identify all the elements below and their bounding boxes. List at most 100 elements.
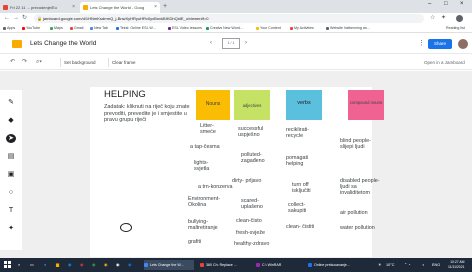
weather-icon[interactable]: ☀ bbox=[378, 260, 381, 270]
maximize-icon[interactable]: □ bbox=[444, 1, 448, 7]
word-card[interactable]: collect- sakupiti bbox=[288, 202, 318, 214]
app-icon[interactable]: ◉ bbox=[80, 260, 83, 270]
tab-close-icon[interactable]: × bbox=[72, 2, 75, 13]
back-icon[interactable]: ← bbox=[4, 14, 10, 23]
task-view-icon[interactable]: ▭ bbox=[30, 260, 34, 270]
sticky-note-compound-nouns[interactable]: compound nouns bbox=[348, 90, 384, 120]
document-title[interactable]: Lets Change the World bbox=[30, 39, 96, 48]
select-icon[interactable]: ➤ bbox=[6, 134, 16, 143]
laser-icon[interactable]: ✦ bbox=[6, 224, 16, 233]
bookmark-star-icon[interactable]: ☆ bbox=[430, 14, 435, 23]
image-icon[interactable]: ▣ bbox=[6, 170, 16, 179]
new-tab-button[interactable]: + bbox=[163, 2, 167, 12]
app-icon[interactable]: ◉ bbox=[116, 260, 119, 270]
language-indicator[interactable]: ENG bbox=[432, 260, 440, 270]
text-box-icon[interactable]: T bbox=[6, 206, 16, 215]
word-card[interactable]: air pollution bbox=[340, 210, 368, 216]
word-card[interactable]: lights- svjetla bbox=[194, 160, 222, 172]
bookmark-item[interactable]: Gmail bbox=[70, 24, 83, 32]
word-card[interactable]: a tap-česma bbox=[190, 144, 220, 150]
zoom-icon[interactable]: ⌕▾ bbox=[36, 58, 42, 67]
bookmark-item[interactable]: Reading list bbox=[446, 24, 465, 32]
more-options-icon[interactable]: ⋮ bbox=[418, 39, 425, 47]
word-card[interactable]: clean-čisto bbox=[236, 218, 262, 224]
system-clock[interactable]: 10:27 AM 11/11/2021 bbox=[448, 260, 464, 270]
bookmark-item[interactable]: Crealvs New Word... bbox=[206, 24, 243, 32]
word-card[interactable]: reciklirati- recycle bbox=[286, 127, 322, 139]
word-card[interactable]: healthy-zdravo bbox=[234, 241, 269, 247]
bookmark-item[interactable]: Apps bbox=[3, 24, 15, 32]
bookmark-item[interactable]: Website Vatbenning an... bbox=[326, 24, 370, 32]
volume-icon[interactable]: ◖ bbox=[422, 260, 424, 270]
close-window-icon[interactable]: × bbox=[460, 1, 464, 7]
tray-icons[interactable]: ⌃ ◔ bbox=[404, 260, 411, 270]
app-icon[interactable]: ◉ bbox=[128, 260, 131, 270]
word-card[interactable]: pomagati helping bbox=[286, 155, 318, 167]
taskbar-item[interactable]: Online prekucavanje... bbox=[308, 260, 360, 270]
minimize-icon[interactable]: – bbox=[428, 1, 431, 7]
sticky-note-adjectives[interactable]: adjectives bbox=[234, 90, 270, 120]
word-card[interactable]: dirty- prljavo bbox=[232, 178, 261, 184]
search-icon[interactable]: ⌕ bbox=[18, 260, 20, 270]
next-frame-icon[interactable]: › bbox=[245, 39, 247, 48]
clear-frame-button[interactable]: Clear frame bbox=[108, 58, 139, 67]
app-icon[interactable]: ◉ bbox=[104, 260, 107, 270]
taskbar-item[interactable]: Lets Change the W... bbox=[144, 260, 194, 270]
bookmark-item[interactable]: YouTube bbox=[22, 24, 40, 32]
word-card[interactable]: a trn-konzerva bbox=[198, 184, 232, 190]
file-explorer-icon[interactable]: ▆ bbox=[56, 260, 59, 270]
word-card[interactable]: water pollution bbox=[340, 225, 375, 231]
shape-icon[interactable]: ○ bbox=[6, 188, 16, 197]
share-button[interactable]: Share bbox=[428, 39, 452, 49]
bookmark-item[interactable]: Maps bbox=[50, 24, 63, 32]
set-background-button[interactable]: Set background bbox=[60, 58, 99, 67]
instruction-text[interactable]: Zadatak: kliknuti na riječ koju znate pr… bbox=[104, 104, 190, 124]
browser-tab[interactable]: Fri 22 11 ... prevodenje/Eu × bbox=[0, 2, 78, 13]
chrome-icon[interactable]: ● bbox=[44, 260, 46, 270]
sticky-note-verbs[interactable]: verbs bbox=[286, 90, 322, 120]
forward-icon[interactable]: → bbox=[13, 14, 19, 23]
word-card[interactable]: disabled people- ljudi sa invaliditetom bbox=[340, 178, 388, 196]
taskbar-item[interactable]: 360 Ch: Replace ... bbox=[200, 260, 250, 270]
sticky-note-icon[interactable]: ▤ bbox=[6, 152, 16, 161]
word-card[interactable]: scared- uplašeno bbox=[241, 198, 271, 210]
word-card[interactable]: Environment- Okolina bbox=[188, 196, 224, 208]
word-card[interactable]: clean- čistiti bbox=[286, 224, 314, 230]
redo-icon[interactable]: ↷ bbox=[22, 58, 27, 67]
word-card[interactable]: successful uspješno bbox=[238, 126, 272, 138]
open-in-jamboard-link[interactable]: Open in a Jamboard bbox=[424, 58, 465, 67]
bookmark-item[interactable]: Your Content bbox=[256, 24, 281, 32]
bookmark-item[interactable]: Tekst: Online ESL W... bbox=[116, 24, 156, 32]
board-title[interactable]: HELPING bbox=[104, 89, 146, 100]
pen-icon[interactable]: ✎ bbox=[6, 98, 16, 107]
browser-tab-active[interactable]: Lets Change the World - Goog × bbox=[80, 2, 160, 13]
bookmark-item[interactable]: My Activities bbox=[290, 24, 314, 32]
circle-shape[interactable] bbox=[120, 223, 132, 232]
undo-icon[interactable]: ↶ bbox=[10, 58, 15, 67]
taskbar-item[interactable]: C:\ WinRAR bbox=[256, 260, 302, 270]
tab-close-icon[interactable]: × bbox=[154, 2, 157, 13]
youtube-icon bbox=[22, 26, 25, 30]
sticky-note-nouns[interactable]: Nouns bbox=[196, 90, 230, 120]
word-card[interactable]: Litter- smeće bbox=[200, 123, 230, 135]
bookmark-item[interactable]: New Tab bbox=[90, 24, 108, 32]
bookmark-item[interactable]: ESL Video lessons bbox=[168, 24, 202, 32]
word-card[interactable]: bullying- maltretiranje bbox=[188, 219, 228, 231]
edge-icon[interactable]: ◉ bbox=[68, 260, 71, 270]
url-field[interactable]: 🔒 jamboard.google.com/d/1HNmKsdrrmQ_j-Bn… bbox=[34, 14, 424, 23]
user-avatar[interactable] bbox=[458, 39, 468, 49]
word-card[interactable]: grafiti bbox=[188, 239, 201, 245]
previous-frame-icon[interactable]: ‹ bbox=[210, 39, 212, 48]
windows-start-icon[interactable] bbox=[4, 261, 11, 268]
eraser-icon[interactable]: ◆ bbox=[6, 116, 16, 125]
profile-avatar[interactable] bbox=[456, 15, 463, 22]
word-card[interactable]: polluted- zagađeno bbox=[241, 152, 275, 164]
jamboard-header: Lets Change the World ‹ 1 / 1 › ⋮ Share bbox=[0, 34, 472, 54]
word-card[interactable]: turn off isključiti bbox=[292, 182, 322, 194]
app-icon[interactable]: ◉ bbox=[92, 260, 95, 270]
word-card[interactable]: blind people- slijepi ljudi bbox=[340, 138, 374, 150]
frame-selector[interactable]: 1 / 1 bbox=[222, 38, 240, 49]
extensions-icon[interactable]: ✦ bbox=[441, 14, 446, 23]
reload-icon[interactable]: ↻ bbox=[22, 14, 27, 23]
word-card[interactable]: fresh-svježe bbox=[236, 230, 265, 236]
